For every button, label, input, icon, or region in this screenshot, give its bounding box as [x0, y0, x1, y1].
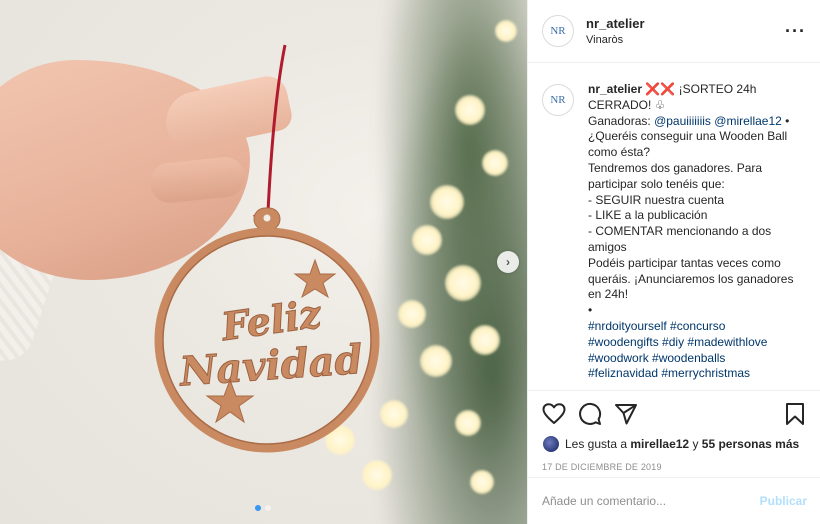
bokeh-light [470, 470, 494, 494]
bokeh-light [398, 300, 426, 328]
likes-summary: Les gusta a mirellae12 y 55 personas más [542, 435, 807, 453]
bokeh-light [412, 225, 442, 255]
avatar-logo-text: NR [550, 25, 566, 37]
bokeh-light [420, 345, 452, 377]
caption-row: NR nr_atelier ❌❌ ¡SORTEO 24h CERRADO! ♧ … [542, 82, 807, 382]
likes-prefix: Les gusta a [565, 437, 628, 451]
bokeh-light [430, 185, 464, 219]
post-comment-button[interactable]: Publicar [760, 494, 807, 508]
caption-username[interactable]: nr_atelier [588, 82, 642, 96]
username-link[interactable]: nr_atelier [586, 16, 645, 31]
mention-link[interactable]: @mirellae12 [714, 114, 782, 128]
hashtag-link[interactable]: #woodwork #woodenballs [588, 351, 798, 367]
caption-line: • [588, 303, 593, 318]
bookmark-icon[interactable] [783, 402, 807, 426]
caption-line: Tendremos dos ganadores. Para participar… [588, 160, 763, 191]
heart-icon[interactable] [542, 402, 566, 426]
carousel-indicator [255, 505, 271, 511]
bokeh-light [455, 410, 481, 436]
hashtag-link[interactable]: #feliznavidad #merrychristmas [588, 366, 798, 382]
action-icons-row [542, 401, 807, 427]
avatar[interactable]: NR [542, 84, 574, 116]
wooden-ornament: Feliz Navidad [154, 44, 380, 453]
caption-line: Podéis participar tantas veces como quer… [588, 255, 794, 302]
bokeh-light [495, 20, 517, 42]
caption-line: - LIKE a la publicación [588, 208, 708, 223]
caption-winners-line: Ganadoras: @pauiiiiiiis @mirellae12 • [588, 114, 798, 130]
ornament-text-navidad: Navidad [176, 336, 364, 396]
likes-joiner: y [692, 437, 699, 451]
red-string [266, 44, 287, 213]
hashtag-link[interactable]: #nrdoityourself #concurso [588, 319, 798, 335]
likes-others-link[interactable]: 55 personas más [702, 437, 799, 451]
add-comment-bar: Publicar [528, 477, 820, 524]
caption-line: - COMENTAR mencionando a dos amigos [588, 224, 772, 254]
bokeh-light [455, 95, 485, 125]
share-icon[interactable] [614, 402, 638, 426]
caption-line: ¿Queréis conseguir una Wooden Ball como … [588, 129, 788, 160]
carousel-dot [255, 505, 261, 511]
mention-link[interactable]: @pauiiiiiiis [654, 114, 711, 128]
liker-username[interactable]: mirellae12 [630, 437, 689, 451]
post-photo[interactable]: Feliz Navidad › [0, 0, 527, 524]
post-side-panel: NR nr_atelier Vinaròs ··· NR nr_atelier … [527, 0, 820, 524]
bokeh-light [482, 150, 508, 176]
post-header: NR nr_atelier Vinaròs ··· [528, 0, 820, 63]
caption-line: - SEGUIR nuestra cuenta [588, 192, 725, 207]
avatar-logo-text: NR [550, 94, 566, 106]
cross-emoji-icon: ❌❌ [645, 82, 676, 96]
post-actions: Les gusta a mirellae12 y 55 personas más… [528, 390, 820, 476]
hashtag-link[interactable]: #woodengifts #diy #madewithlove [588, 335, 798, 351]
carousel-next-button[interactable]: › [497, 251, 519, 273]
winners-label: Ganadoras: [588, 113, 651, 128]
bokeh-light [470, 325, 500, 355]
header-names: nr_atelier Vinaròs [586, 16, 645, 46]
more-horizontal-icon[interactable]: ··· [785, 22, 806, 40]
comment-input[interactable] [542, 494, 760, 508]
bokeh-light [445, 265, 481, 301]
caption-text: nr_atelier ❌❌ ¡SORTEO 24h CERRADO! ♧ Gan… [588, 82, 798, 382]
bokeh-light [362, 460, 392, 490]
comment-icon[interactable] [578, 402, 602, 426]
carousel-dot [265, 505, 271, 511]
comments-area: NR nr_atelier ❌❌ ¡SORTEO 24h CERRADO! ♧ … [528, 64, 820, 389]
liker-avatar[interactable] [542, 435, 560, 453]
avatar[interactable]: NR [542, 15, 574, 47]
post-date[interactable]: 17 DE DICIEMBRE DE 2019 [542, 462, 807, 472]
bullet: • [785, 113, 790, 128]
location-link[interactable]: Vinaròs [586, 34, 645, 46]
